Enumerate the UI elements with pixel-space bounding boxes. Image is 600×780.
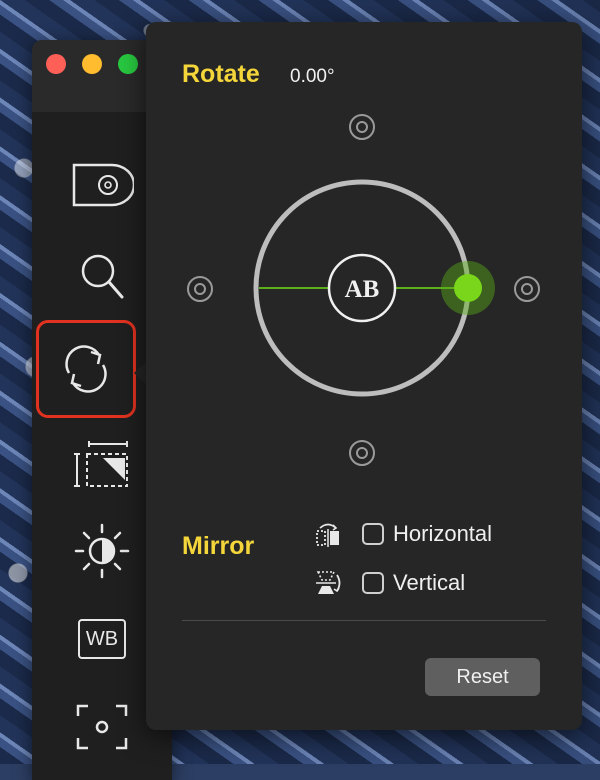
rotate-arrows-icon bbox=[65, 345, 107, 393]
mirror-horizontal-icon bbox=[314, 521, 342, 547]
disc-view-tool[interactable] bbox=[54, 150, 150, 220]
focus-tool[interactable] bbox=[54, 692, 150, 762]
mirror-horizontal-row[interactable]: Horizontal bbox=[314, 519, 492, 549]
mirror-vertical-checkbox[interactable] bbox=[362, 572, 384, 594]
mirror-title: Mirror bbox=[182, 532, 255, 560]
mirror-horizontal-checkbox[interactable] bbox=[362, 523, 384, 545]
wb-icon: WB bbox=[78, 619, 126, 659]
sun-contrast-icon bbox=[74, 523, 130, 579]
disc-icon bbox=[72, 163, 134, 207]
exposure-tool[interactable] bbox=[54, 516, 150, 586]
close-window-button[interactable] bbox=[46, 54, 66, 74]
dial-knob[interactable] bbox=[454, 274, 482, 302]
mirror-vertical-icon bbox=[314, 570, 342, 596]
popover-arrow bbox=[134, 362, 146, 384]
zoom-window-button[interactable] bbox=[118, 54, 138, 74]
dial-label: AB bbox=[345, 276, 380, 303]
mirror-vertical-row[interactable]: Vertical bbox=[314, 568, 465, 598]
mirror-vertical-label: Vertical bbox=[393, 570, 466, 595]
magnifier-icon bbox=[81, 254, 124, 299]
zoom-tool[interactable] bbox=[54, 242, 150, 312]
rotation-dial[interactable]: AB bbox=[146, 22, 582, 730]
white-balance-tool[interactable]: WB bbox=[54, 604, 150, 674]
minimize-window-button[interactable] bbox=[82, 54, 102, 74]
crop-tool[interactable] bbox=[54, 430, 150, 500]
rotate-popover: Rotate 0.00° AB Mirror Horizontal Vertic… bbox=[146, 22, 582, 730]
mirror-horizontal-label: Horizontal bbox=[393, 521, 493, 546]
panel-divider bbox=[182, 620, 546, 621]
crop-icon bbox=[74, 441, 128, 487]
reset-button[interactable]: Reset bbox=[425, 658, 540, 696]
rotate-tool[interactable] bbox=[36, 320, 136, 418]
focus-frame-icon bbox=[76, 704, 128, 750]
